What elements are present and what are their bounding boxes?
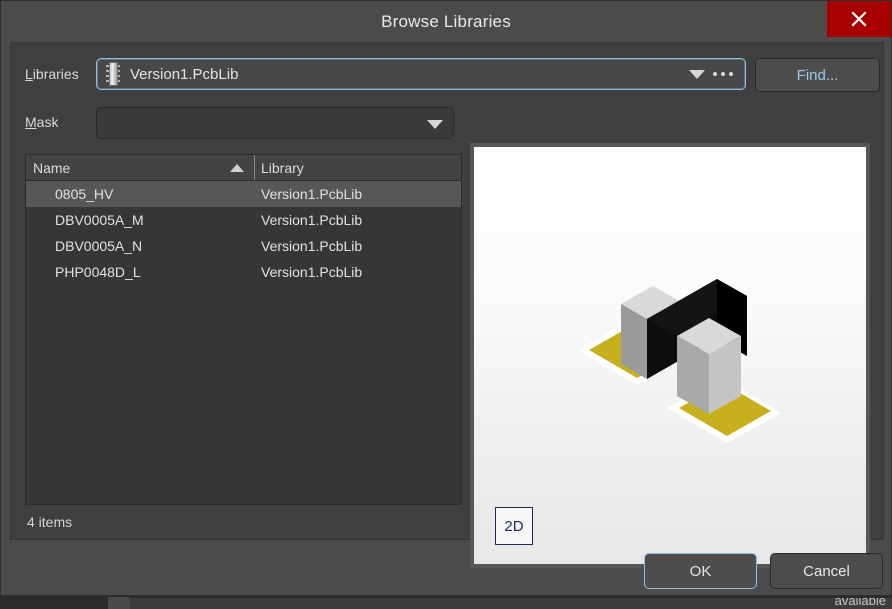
mask-combobox[interactable]: [96, 107, 454, 139]
chevron-down-icon[interactable]: [689, 69, 705, 79]
table-row[interactable]: 0805_HV Version1.PcbLib: [26, 181, 461, 207]
library-items-list: Name Library 0805_HV Version1.PcbLib DBV…: [25, 154, 462, 505]
table-row[interactable]: PHP0048D_L Version1.PcbLib: [26, 259, 461, 285]
window-title: Browse Libraries: [381, 12, 511, 31]
dialog-body-panel: Libraries Version1.PcbLib Find... Mask N…: [10, 42, 884, 568]
title-bar: Browse Libraries: [1, 1, 891, 42]
cell-name: 0805_HV: [55, 186, 114, 202]
column-header-library[interactable]: Library: [254, 155, 461, 180]
cell-library: Version1.PcbLib: [261, 186, 363, 202]
browse-libraries-dialog: Browse Libraries Libraries Version1.PcbL…: [0, 0, 892, 596]
close-button[interactable]: [827, 1, 891, 37]
libraries-label: Libraries: [25, 66, 79, 82]
cell-library: Version1.PcbLib: [261, 212, 363, 228]
mask-chevron-down-icon[interactable]: [427, 120, 443, 129]
component-preview-pane[interactable]: 2D: [470, 143, 870, 568]
find-button[interactable]: Find...: [755, 58, 880, 92]
cell-library: Version1.PcbLib: [261, 264, 363, 280]
column-header-name[interactable]: Name: [26, 155, 254, 180]
cell-name: DBV0005A_M: [55, 212, 144, 228]
cell-name: DBV0005A_N: [55, 238, 143, 254]
list-body: 0805_HV Version1.PcbLib DBV0005A_M Versi…: [26, 181, 461, 285]
ok-button[interactable]: OK: [644, 553, 757, 589]
list-header-row: Name Library: [26, 155, 461, 181]
column-header-library-label: Library: [261, 159, 304, 176]
view-mode-2d-button[interactable]: 2D: [495, 507, 533, 545]
table-row[interactable]: DBV0005A_N Version1.PcbLib: [26, 233, 461, 259]
column-header-name-label: Name: [33, 159, 71, 176]
background-clipped-text: available: [834, 598, 886, 608]
cancel-button[interactable]: Cancel: [770, 553, 883, 589]
mask-label: Mask: [25, 114, 59, 130]
dialog-footer: OK Cancel: [10, 542, 884, 595]
cell-name: PHP0048D_L: [55, 264, 141, 280]
background-status-row: available: [130, 598, 892, 609]
items-count-status: 4 items: [27, 514, 73, 530]
cell-library: Version1.PcbLib: [261, 238, 363, 254]
libraries-combobox[interactable]: Version1.PcbLib: [96, 58, 746, 90]
background-tab-handle[interactable]: [108, 597, 130, 609]
close-icon: [851, 11, 867, 27]
component-3d-model: [577, 279, 781, 443]
sort-ascending-icon: [230, 164, 244, 172]
pcb-library-chip-icon: [106, 62, 120, 86]
table-row[interactable]: DBV0005A_M Version1.PcbLib: [26, 207, 461, 233]
libraries-value: Version1.PcbLib: [130, 65, 239, 83]
ellipsis-icon[interactable]: [713, 72, 733, 76]
